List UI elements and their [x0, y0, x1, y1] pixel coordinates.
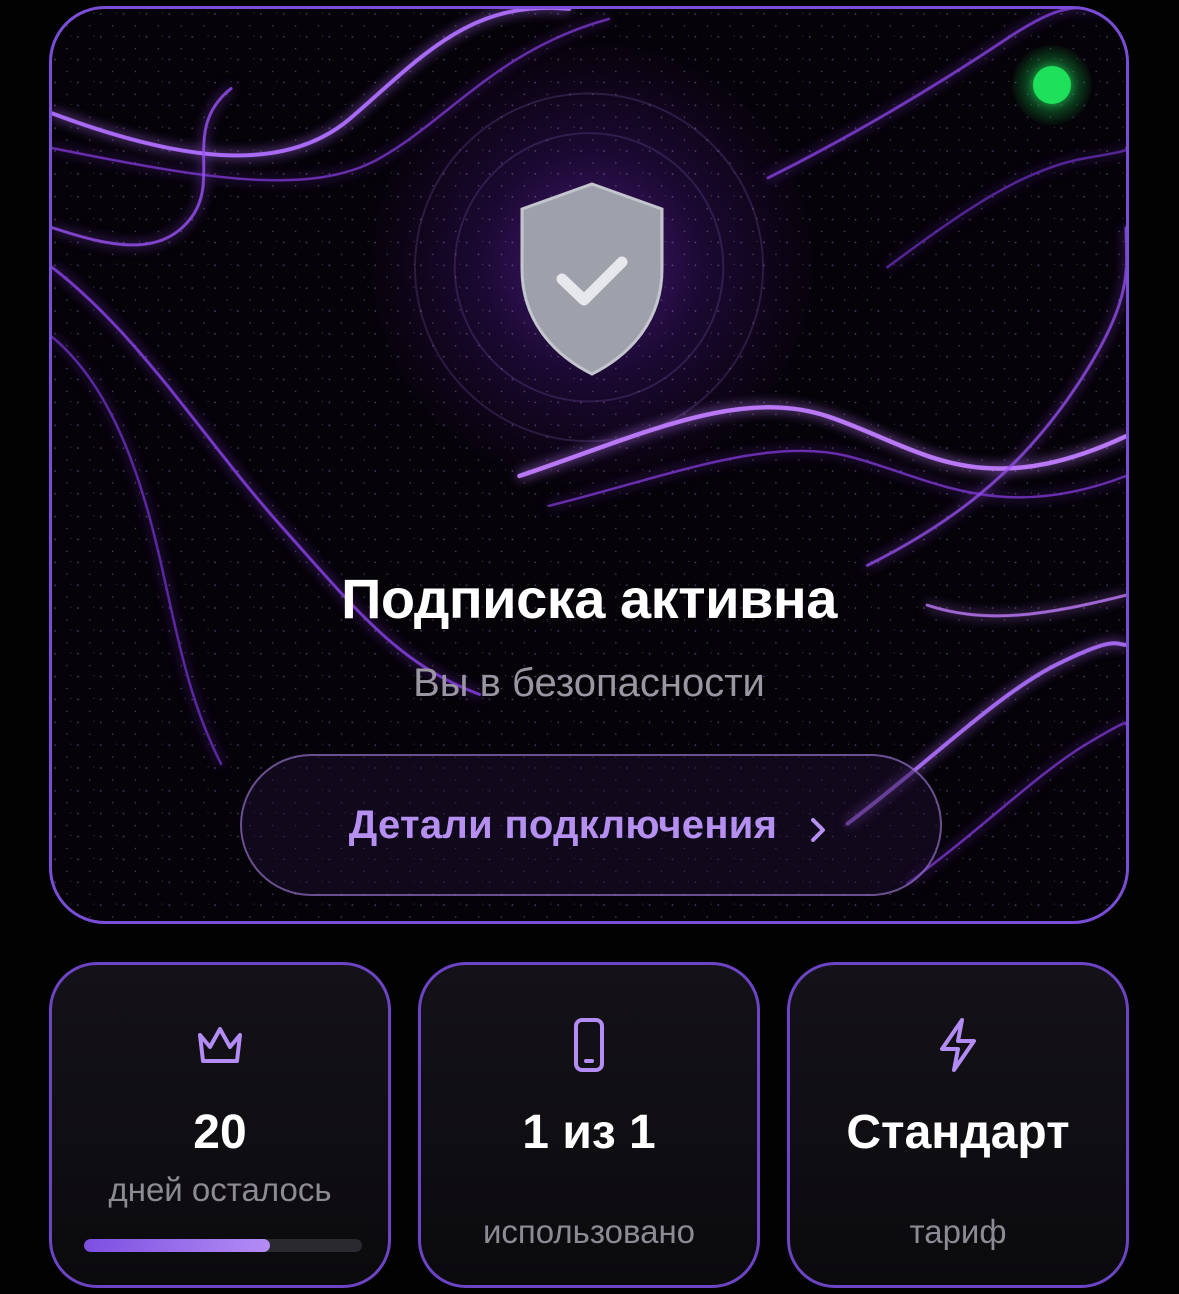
status-dot-icon — [1033, 66, 1071, 104]
days-left-progress-fill — [84, 1239, 271, 1252]
subscription-status-card: Подписка активна Вы в безопасности Детал… — [49, 6, 1129, 924]
subscription-title: Подписка активна — [341, 567, 837, 630]
lightning-icon — [928, 1015, 988, 1075]
subscription-subtitle: Вы в безопасности — [413, 661, 765, 705]
days-left-label: дней осталось — [108, 1171, 332, 1208]
days-left-progress-bar — [84, 1239, 362, 1252]
subscription-screen: Подписка активна Вы в безопасности Детал… — [0, 0, 1179, 1294]
shield-check-icon — [412, 84, 772, 444]
days-left-card: 20 дней осталось — [49, 962, 391, 1288]
crown-icon — [190, 1015, 250, 1075]
devices-card: 1 из 1 использовано — [418, 962, 760, 1288]
connection-details-label: Детали подключения — [348, 802, 778, 847]
phone-icon — [559, 1015, 619, 1075]
chevron-right-icon — [803, 810, 833, 842]
devices-value: 1 из 1 — [522, 1106, 656, 1159]
devices-label: использовано — [482, 1213, 696, 1250]
connection-details-button[interactable]: Детали подключения — [240, 754, 942, 896]
plan-card: Стандарт тариф — [787, 962, 1129, 1288]
plan-value: Стандарт — [846, 1106, 1070, 1159]
connection-status-indicator — [1012, 45, 1092, 125]
plan-label: тариф — [909, 1213, 1007, 1250]
days-left-value: 20 — [193, 1106, 247, 1159]
